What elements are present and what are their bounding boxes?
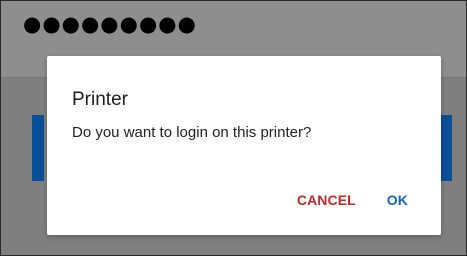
dialog-title: Printer xyxy=(72,89,128,110)
dialog-message: Do you want to login on this printer? xyxy=(72,124,312,141)
cancel-button[interactable]: CANCEL xyxy=(297,192,356,208)
password-mask: ●●●●●●●●● xyxy=(23,12,197,36)
dialog-actions: CANCEL OK xyxy=(297,192,408,208)
background-accent-right xyxy=(440,115,452,181)
ok-button[interactable]: OK xyxy=(387,192,408,208)
background-accent-left xyxy=(32,115,44,181)
printer-login-dialog: Printer Do you want to login on this pri… xyxy=(47,56,441,235)
screen-frame: ●●●●●●●●● Printer Do you want to login o… xyxy=(0,0,467,256)
